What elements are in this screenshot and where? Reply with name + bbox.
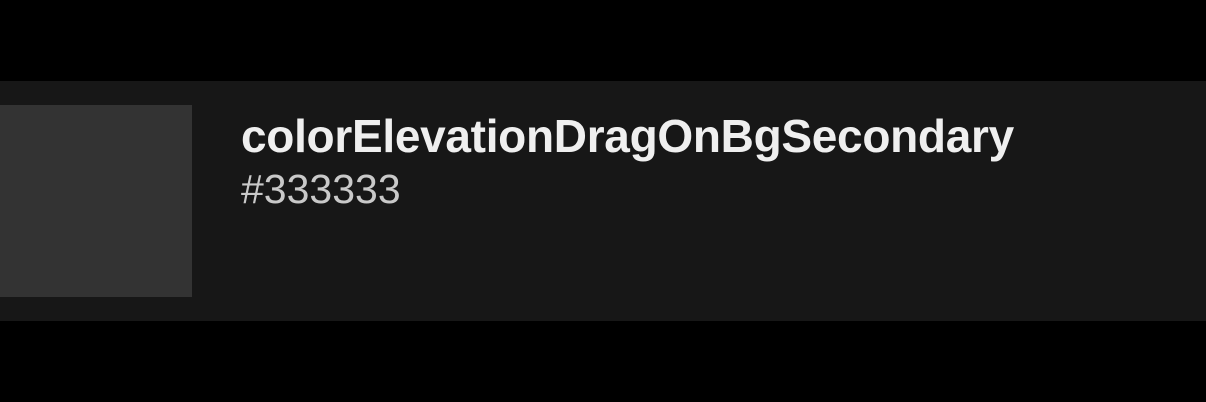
color-token-page: colorElevationDragOnBgSecondary #333333 [0,0,1206,402]
color-token-row: colorElevationDragOnBgSecondary #333333 [0,81,1206,321]
token-name: colorElevationDragOnBgSecondary [241,110,1014,162]
color-swatch [0,105,192,297]
token-hex-value: #333333 [241,166,401,212]
